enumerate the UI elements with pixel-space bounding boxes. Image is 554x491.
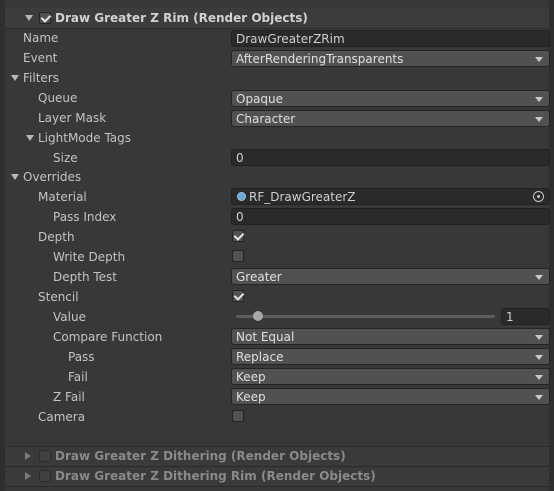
feature-enabled-checkbox[interactable] [39,470,51,482]
depth-test-dropdown[interactable]: Greater [231,268,550,285]
stencil-label: Stencil [38,290,79,304]
filters-foldout-icon[interactable] [11,75,19,81]
feature-title: Draw Greater Z Rim (Render Objects) [55,11,308,25]
foldout-arrow-icon[interactable] [25,472,31,480]
object-picker-icon[interactable] [533,191,544,202]
chevron-down-icon [535,395,543,400]
material-object-field[interactable]: RF_DrawGreaterZ [231,188,550,205]
z-fail-label: Z Fail [53,390,85,404]
collapsed-feature-2[interactable]: Draw Greater Z Dithering Rim (Render Obj… [5,467,549,486]
chevron-down-icon [535,355,543,360]
inspector-panel [5,0,549,491]
size-field[interactable]: 0 [231,149,550,166]
fail-value: Keep [236,370,266,384]
material-icon [237,192,246,201]
divider [5,486,549,487]
pass-index-field[interactable]: 0 [231,208,550,225]
collapsed-feature-title: Draw Greater Z Dithering Rim (Render Obj… [55,469,376,483]
feature-enabled-checkbox[interactable] [39,450,51,462]
queue-label: Queue [38,91,78,105]
size-label: Size [53,151,78,165]
queue-value: Opaque [236,92,284,106]
compare-function-label: Compare Function [53,330,163,344]
z-fail-dropdown[interactable]: Keep [231,388,550,405]
depth-checkbox[interactable] [232,230,244,242]
stencil-checkbox[interactable] [232,290,244,302]
event-label: Event [23,51,58,65]
camera-label: Camera [38,410,86,424]
depth-test-value: Greater [236,270,282,284]
pass-index-label: Pass Index [53,210,117,224]
collapsed-feature-title: Draw Greater Z Dithering (Render Objects… [55,449,346,463]
lightmode-foldout-icon[interactable] [26,135,34,141]
name-label: Name [23,31,59,45]
chevron-down-icon [535,275,543,280]
pass-dropdown[interactable]: Replace [231,348,550,365]
chevron-down-icon [535,335,543,340]
chevron-down-icon [535,117,543,122]
layer-mask-dropdown[interactable]: Character [231,110,550,127]
chevron-down-icon [535,57,543,62]
material-label: Material [38,190,87,204]
queue-dropdown[interactable]: Opaque [231,90,550,107]
material-value: RF_DrawGreaterZ [249,190,356,204]
compare-function-value: Not Equal [236,330,295,344]
foldout-arrow-icon[interactable] [25,452,31,460]
chevron-down-icon [535,375,543,380]
pass-label: Pass [68,350,95,364]
foldout-arrow-icon[interactable] [25,15,33,21]
layer-mask-label: Layer Mask [38,111,107,125]
pass-value: Replace [236,350,284,364]
fail-dropdown[interactable]: Keep [231,368,550,385]
overrides-label[interactable]: Overrides [23,170,81,184]
lightmode-tags-label[interactable]: LightMode Tags [38,131,131,145]
camera-checkbox[interactable] [232,410,244,422]
filters-label[interactable]: Filters [23,71,59,85]
fail-label: Fail [68,370,88,384]
event-dropdown[interactable]: AfterRenderingTransparents [231,50,550,67]
chevron-down-icon [535,97,543,102]
event-value: AfterRenderingTransparents [236,52,404,66]
value-slider-track[interactable] [236,315,495,318]
z-fail-value: Keep [236,390,266,404]
depth-label: Depth [38,230,75,244]
collapsed-feature-1[interactable]: Draw Greater Z Dithering (Render Objects… [5,447,549,466]
write-depth-label: Write Depth [53,250,126,264]
depth-test-label: Depth Test [53,270,117,284]
value-label: Value [53,310,86,324]
write-depth-checkbox[interactable] [232,250,244,262]
feature-enabled-checkbox[interactable] [39,12,51,24]
value-field[interactable]: 1 [501,308,550,325]
overrides-foldout-icon[interactable] [11,174,19,180]
name-field[interactable]: DrawGreaterZRim [231,30,550,47]
compare-function-dropdown[interactable]: Not Equal [231,328,550,345]
layer-mask-value: Character [236,112,296,126]
